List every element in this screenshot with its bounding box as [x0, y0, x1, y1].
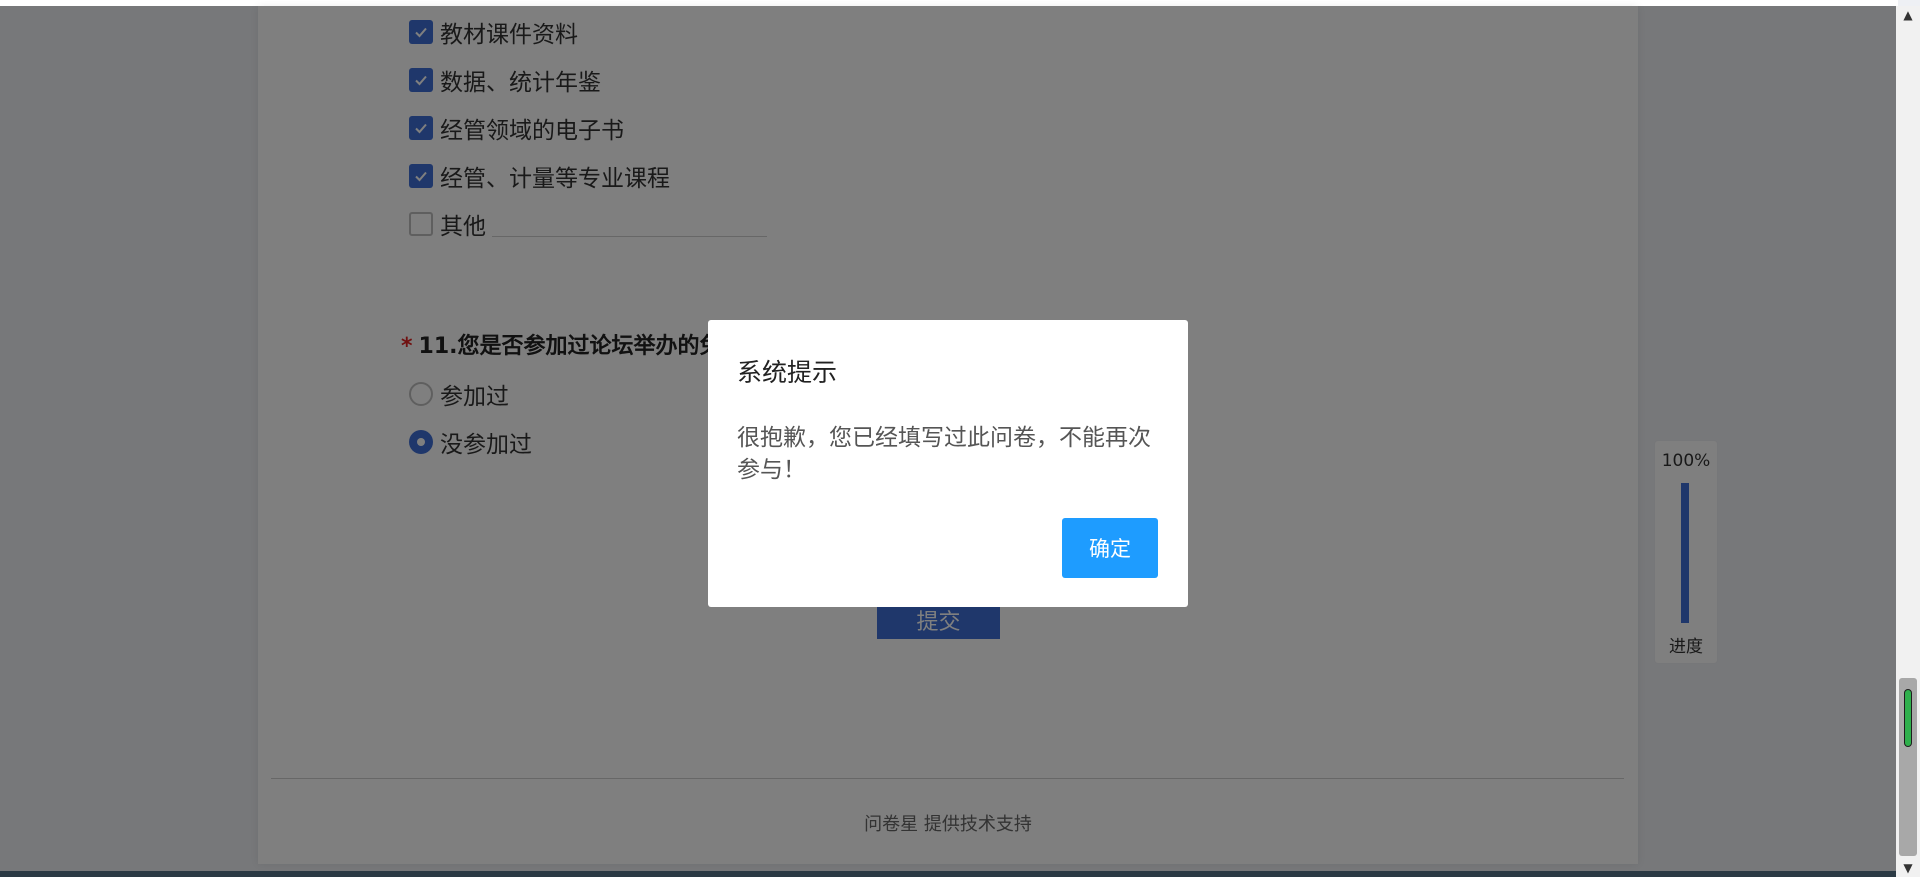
dialog-title: 系统提示 — [737, 358, 838, 387]
scroll-thumb-grip-icon — [1905, 690, 1911, 746]
scroll-down-arrow-icon[interactable]: ▼ — [1896, 859, 1920, 877]
page-scrollbar[interactable]: ▲ ▼ — [1896, 6, 1920, 877]
scroll-up-arrow-icon[interactable]: ▲ — [1896, 6, 1920, 24]
dialog-message: 很抱歉，您已经填写过此问卷，不能再次参与！ — [737, 425, 1151, 483]
system-alert-dialog: 系统提示 很抱歉，您已经填写过此问卷，不能再次参与！ 确定 — [708, 320, 1188, 607]
scroll-thumb[interactable] — [1899, 678, 1917, 856]
taskbar-edge — [0, 871, 1896, 877]
confirm-button[interactable]: 确定 — [1062, 518, 1158, 578]
